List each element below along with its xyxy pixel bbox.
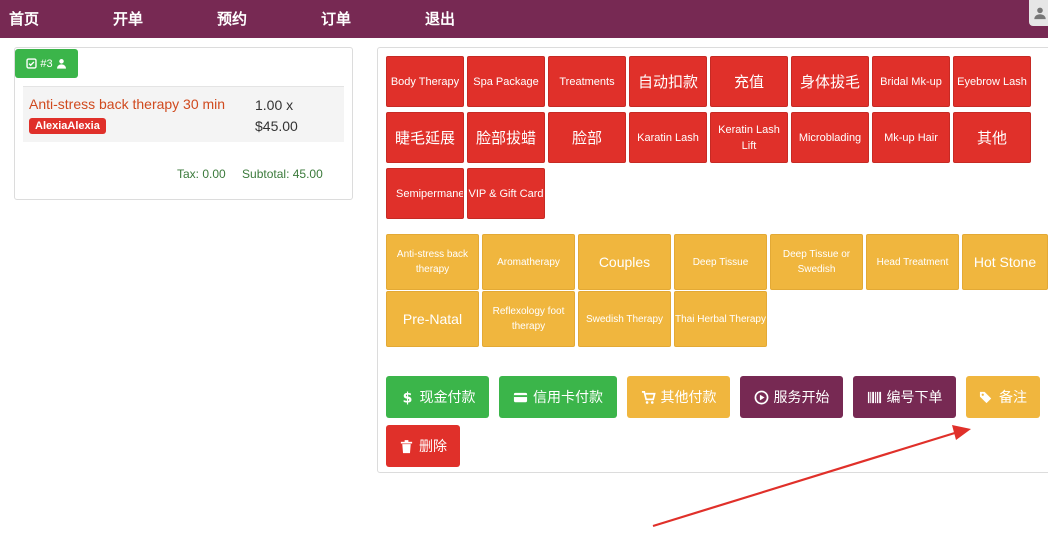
service-button[interactable]: Pre-Natal [386, 291, 479, 347]
service-button[interactable]: Hot Stone [962, 234, 1048, 290]
nav-new-order[interactable]: 开单 [113, 8, 143, 29]
category-button[interactable]: Mk-up Hair [872, 112, 950, 163]
note-label: 备注 [999, 390, 1027, 406]
service-button[interactable]: Reflexology foot therapy [482, 291, 575, 347]
category-button[interactable]: 自动扣款 [629, 56, 707, 107]
service-button[interactable]: Thai Herbal Therapy [674, 291, 767, 347]
user-icon [1034, 7, 1046, 20]
category-button[interactable]: 睫毛延展 [386, 112, 464, 163]
other-payment-label: 其他付款 [660, 390, 717, 406]
cash-payment-button[interactable]: $ 现金付款 [386, 376, 489, 418]
service-button[interactable]: Aromatherapy [482, 234, 575, 290]
nav-logout[interactable]: 退出 [425, 8, 455, 29]
nav-home[interactable]: 首页 [9, 8, 39, 29]
svg-text:$: $ [402, 390, 412, 404]
cash-payment-label: 现金付款 [419, 390, 476, 406]
top-nav: 首页 开单 预约 订单 退出 [0, 0, 1048, 38]
category-button[interactable]: 其他 [953, 112, 1031, 163]
service-button[interactable]: Anti-stress back therapy [386, 234, 479, 290]
user-icon [56, 59, 66, 69]
category-button[interactable]: Spa Package [467, 56, 545, 107]
start-service-label: 服务开始 [773, 390, 830, 406]
trash-icon [400, 439, 413, 453]
category-button[interactable]: Treatments [548, 56, 626, 107]
barcode-order-label: 编号下单 [886, 390, 943, 406]
order-number: #3 [40, 57, 53, 70]
dollar-icon: $ [402, 390, 412, 404]
category-button[interactable]: Karatin Lash [629, 112, 707, 163]
order-badge[interactable]: #3 [15, 49, 78, 78]
staff-tag[interactable]: AlexiaAlexia [29, 118, 106, 134]
category-button[interactable]: Eyebrow Lash [953, 56, 1031, 107]
category-button[interactable]: Body Therapy [386, 56, 464, 107]
category-button[interactable]: Bridal Mk-up [872, 56, 950, 107]
category-button[interactable]: Microblading [791, 112, 869, 163]
service-button[interactable]: Deep Tissue or Swedish [770, 234, 863, 290]
item-price: $45.00 [255, 118, 298, 134]
order-line-item[interactable]: Anti-stress back therapy 30 min AlexiaAl… [23, 86, 344, 142]
category-button[interactable]: 脸部 [548, 112, 626, 163]
user-menu-button[interactable] [1029, 0, 1048, 26]
service-button[interactable]: Deep Tissue [674, 234, 767, 290]
category-button[interactable]: 脸部拔蜡 [467, 112, 545, 163]
service-button[interactable]: Head Treatment [866, 234, 959, 290]
category-button[interactable]: Semipermanent [386, 168, 464, 219]
category-button[interactable]: 充值 [710, 56, 788, 107]
cart-icon [641, 390, 656, 404]
barcode-icon [867, 391, 881, 403]
nav-orders[interactable]: 订单 [321, 8, 351, 29]
credit-card-icon [513, 392, 528, 402]
order-totals: Tax: 0.00 Subtotal: 45.00 [177, 167, 336, 181]
category-button[interactable]: 身体拔毛 [791, 56, 869, 107]
barcode-order-button[interactable]: 编号下单 [853, 376, 956, 418]
play-circle-icon [754, 390, 768, 404]
subtotal: Subtotal: 45.00 [242, 167, 323, 181]
card-payment-button[interactable]: 信用卡付款 [499, 376, 617, 418]
category-button[interactable]: VIP & Gift Card [467, 168, 545, 219]
note-button[interactable]: 备注 [966, 376, 1040, 418]
nav-booking[interactable]: 预约 [217, 8, 247, 29]
tags-icon [979, 391, 992, 403]
category-button[interactable]: Keratin Lash Lift [710, 112, 788, 163]
start-service-button[interactable]: 服务开始 [740, 376, 843, 418]
check-square-icon [26, 58, 38, 69]
item-quantity: 1.00 x [255, 97, 294, 113]
other-payment-button[interactable]: 其他付款 [627, 376, 730, 418]
card-payment-label: 信用卡付款 [533, 390, 603, 406]
service-button[interactable]: Swedish Therapy [578, 291, 671, 347]
item-name[interactable]: Anti-stress back therapy 30 min [29, 96, 225, 112]
delete-button[interactable]: 删除 [386, 425, 460, 467]
order-panel: #3 Anti-stress back therapy 30 min Alexi… [14, 47, 353, 200]
service-button[interactable]: Couples [578, 234, 671, 290]
delete-label: 删除 [419, 439, 447, 455]
tax-total: Tax: 0.00 [177, 167, 226, 181]
